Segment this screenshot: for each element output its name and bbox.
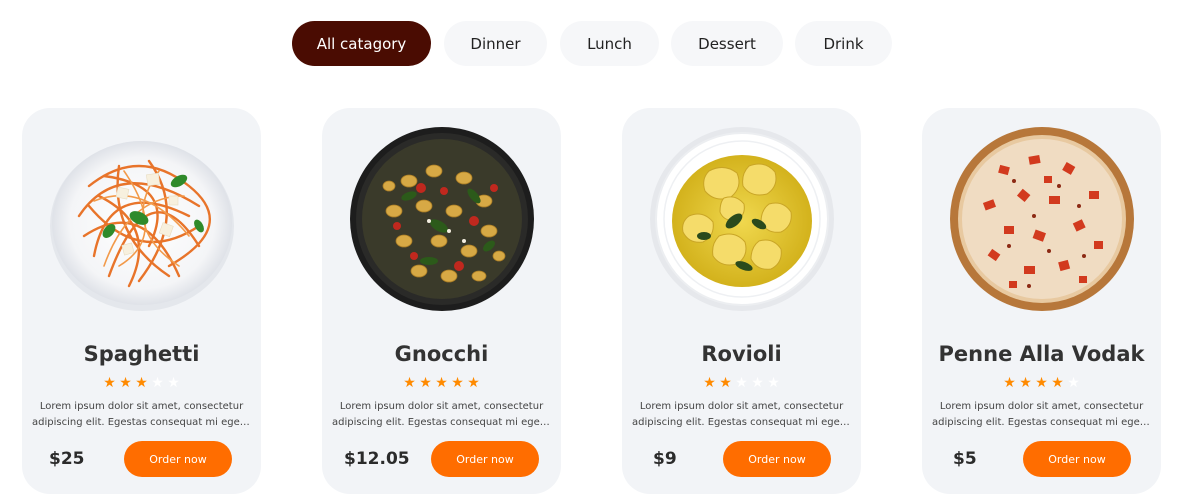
star-empty-icon: ★	[1067, 375, 1080, 391]
product-description: Lorem ipsum dolor sit amet, consectetur …	[332, 399, 551, 431]
star-rating: ★ ★ ★ ★ ★	[622, 376, 861, 390]
description-line: Lorem ipsum dolor sit amet, consectetur	[339, 401, 544, 412]
pizza-image[interactable]	[949, 126, 1135, 312]
description-line: Lorem ipsum dolor sit amet, consectetur	[39, 401, 244, 412]
tab-all-category[interactable]: All catagory	[292, 21, 431, 66]
description-line: adipiscing elit. Egestas consequat mi eg…	[32, 417, 251, 428]
description-line: adipiscing elit. Egestas consequat mi eg…	[632, 417, 851, 428]
product-description: Lorem ipsum dolor sit amet, consectetur …	[932, 399, 1151, 431]
product-price: $25	[49, 449, 85, 469]
order-now-button[interactable]: Order now	[431, 441, 539, 477]
description-line: Lorem ipsum dolor sit amet, consectetur	[939, 401, 1144, 412]
star-filled-icon: ★	[719, 375, 732, 391]
order-now-button[interactable]: Order now	[723, 441, 831, 477]
star-rating: ★ ★ ★ ★ ★	[22, 376, 261, 390]
star-rating: ★ ★ ★ ★ ★	[322, 376, 561, 390]
description-line: adipiscing elit. Egestas consequat mi eg…	[332, 417, 551, 428]
product-description: Lorem ipsum dolor sit amet, consectetur …	[632, 399, 851, 431]
product-price: $9	[653, 449, 677, 469]
tab-dinner[interactable]: Dinner	[444, 21, 547, 66]
star-empty-icon: ★	[751, 375, 764, 391]
star-empty-icon: ★	[151, 375, 164, 391]
product-title: Penne Alla Vodak	[938, 342, 1145, 366]
product-price: $5	[953, 449, 977, 469]
star-filled-icon: ★	[451, 375, 464, 391]
star-filled-icon: ★	[1019, 375, 1032, 391]
product-card-ravioli: Rovioli ★ ★ ★ ★ ★ Lorem ipsum dolor sit amet…	[622, 108, 861, 494]
product-title: Rovioli	[701, 342, 782, 366]
spaghetti-image[interactable]	[49, 126, 235, 312]
star-empty-icon: ★	[735, 375, 748, 391]
description-line: Lorem ipsum dolor sit amet, consectetur	[639, 401, 844, 412]
star-filled-icon: ★	[119, 375, 132, 391]
star-filled-icon: ★	[467, 375, 480, 391]
product-card-penne-alla-vodak: Penne Alla Vodak ★ ★ ★ ★ ★ Lorem ipsum dolor…	[922, 108, 1161, 494]
star-filled-icon: ★	[1003, 375, 1016, 391]
tab-lunch[interactable]: Lunch	[560, 21, 659, 66]
star-empty-icon: ★	[767, 375, 780, 391]
product-card-gnocchi: Gnocchi ★ ★ ★ ★ ★ Lorem ipsum dolor sit amet…	[322, 108, 561, 494]
tab-drink[interactable]: Drink	[795, 21, 892, 66]
product-title: Gnocchi	[394, 342, 489, 366]
tab-dessert[interactable]: Dessert	[671, 21, 783, 66]
star-empty-icon: ★	[167, 375, 180, 391]
star-filled-icon: ★	[1051, 375, 1064, 391]
star-filled-icon: ★	[435, 375, 448, 391]
star-filled-icon: ★	[703, 375, 716, 391]
star-filled-icon: ★	[103, 375, 116, 391]
category-tabs: All catagory Dinner Lunch Dessert Drink	[0, 21, 1181, 66]
order-now-button[interactable]: Order now	[1023, 441, 1131, 477]
product-card-spaghetti: Spaghetti ★ ★ ★ ★ ★ Lorem ipsum dolor sit am…	[22, 108, 261, 494]
gnocchi-image[interactable]	[349, 126, 535, 312]
star-rating: ★ ★ ★ ★ ★	[922, 376, 1161, 390]
product-title: Spaghetti	[83, 342, 200, 366]
product-description: Lorem ipsum dolor sit amet, consectetur …	[32, 399, 251, 431]
star-filled-icon: ★	[1035, 375, 1048, 391]
star-filled-icon: ★	[135, 375, 148, 391]
ravioli-image[interactable]	[649, 126, 835, 312]
description-line: adipiscing elit. Egestas consequat mi eg…	[932, 417, 1151, 428]
star-filled-icon: ★	[419, 375, 432, 391]
order-now-button[interactable]: Order now	[124, 441, 232, 477]
product-price: $12.05	[344, 449, 410, 469]
star-filled-icon: ★	[403, 375, 416, 391]
